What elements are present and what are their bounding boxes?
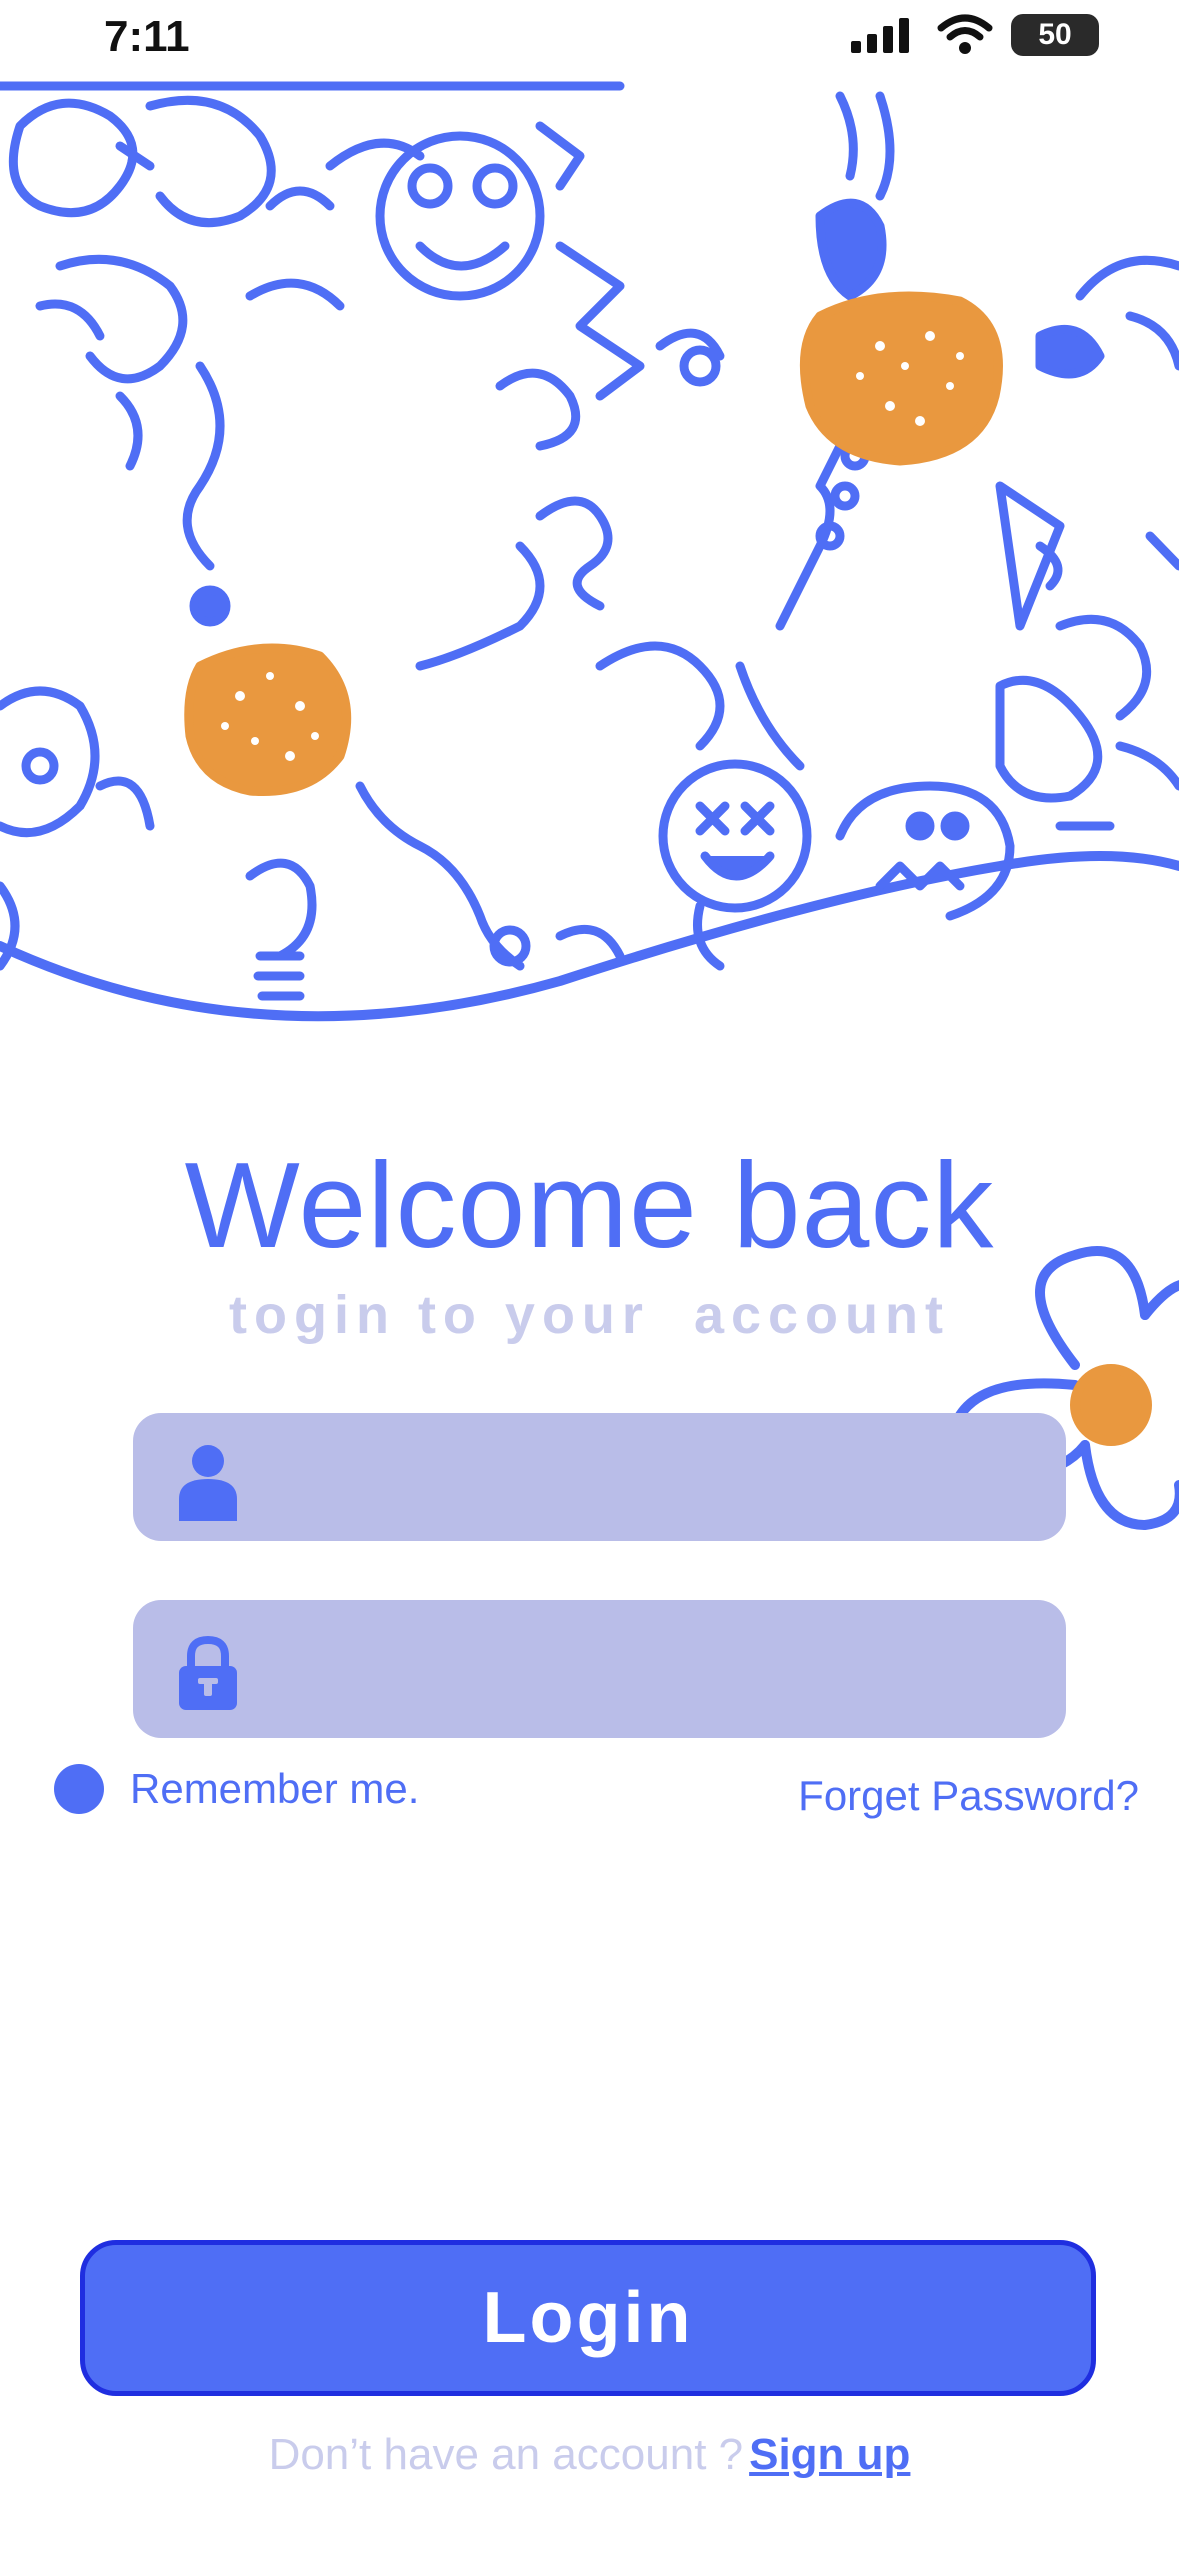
lock-icon [179, 1635, 237, 1710]
login-button-label: Login [482, 2278, 694, 2358]
status-time: 7:11 [104, 12, 190, 61]
username-field[interactable] [133, 1413, 1066, 1543]
status-bar: 7:11 50 [0, 0, 1179, 72]
battery-level: 50 [1038, 18, 1072, 51]
cellular-icon [851, 18, 909, 53]
username-input[interactable] [263, 1413, 1036, 1543]
password-input[interactable] [263, 1600, 1036, 1740]
remember-me-toggle[interactable]: Remember me. [54, 1764, 419, 1814]
signup-link[interactable]: Sign up [749, 2430, 910, 2479]
user-icon [179, 1445, 237, 1521]
doodle-illustration [0, 81, 1179, 1022]
login-button[interactable]: Login [80, 2240, 1096, 2396]
remember-me-label: Remember me. [130, 1765, 420, 1812]
signup-prompt: Don’t have an account ? [268, 2430, 744, 2479]
signup-row: Don’t have an account ? Sign up [0, 2430, 1179, 2480]
welcome-title: Welcome back [184, 1137, 995, 1273]
wifi-icon [937, 14, 993, 54]
battery-icon: 50 [1011, 14, 1099, 56]
remember-me-radio[interactable] [54, 1764, 104, 1814]
forget-password-link[interactable]: Forget Password? [798, 1772, 1139, 1820]
password-field[interactable] [133, 1600, 1066, 1740]
welcome-subtitle: togin to your account [229, 1285, 950, 1345]
status-icons: 50 [849, 14, 1099, 56]
